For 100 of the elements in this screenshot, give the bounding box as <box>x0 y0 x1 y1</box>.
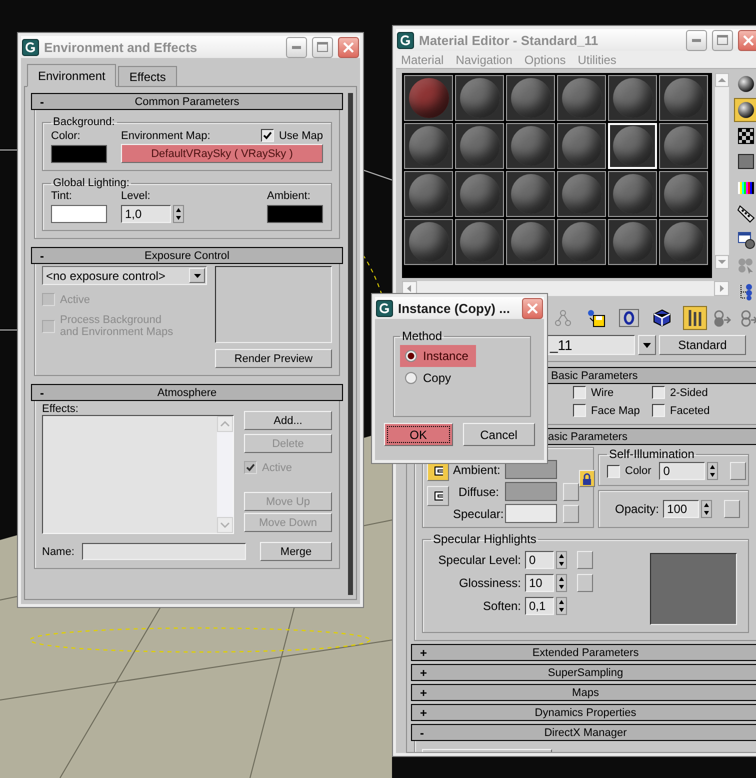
radio-button[interactable] <box>405 372 417 384</box>
map-button[interactable] <box>563 504 579 522</box>
tab[interactable]: Effects <box>118 66 177 87</box>
maximize-button[interactable] <box>312 36 333 58</box>
checkbox[interactable] <box>260 129 274 142</box>
rollout-header[interactable]: + SuperSampling <box>411 664 756 681</box>
field-label: Diffuse: <box>458 484 499 498</box>
rollout-header[interactable]: - DirectX Manager <box>411 724 756 741</box>
minimize-button[interactable] <box>686 30 707 50</box>
color-swatch[interactable] <box>267 205 323 223</box>
tool-button[interactable] <box>734 98 756 122</box>
close-button[interactable] <box>338 36 359 58</box>
map-button[interactable] <box>730 462 746 480</box>
rollout-header[interactable]: - Common Parameters <box>31 93 343 110</box>
checkbox[interactable] <box>573 404 586 417</box>
rollout-header[interactable]: + Dynamics Properties <box>411 704 756 721</box>
color-swatch[interactable] <box>505 482 557 501</box>
color-swatch[interactable] <box>505 504 557 523</box>
field-label: Environment Map: <box>121 130 210 142</box>
spinner-field[interactable]: 10 <box>525 574 554 592</box>
checkbox-label: Face Map <box>591 404 640 416</box>
spinner-arrows[interactable] <box>556 574 567 592</box>
effect-button[interactable]: Add... <box>244 411 332 430</box>
tab[interactable]: Environment <box>27 64 116 87</box>
rollout-header[interactable]: - Exposure Control <box>31 247 343 264</box>
bars-icon <box>686 308 704 328</box>
checkbox[interactable] <box>652 404 665 417</box>
checkbox[interactable] <box>573 386 586 399</box>
checkbox-label: Process Background and Environment Maps <box>60 314 174 338</box>
spinner-arrows[interactable] <box>556 597 567 615</box>
checkbox-label: Active <box>262 462 292 474</box>
spinner-field[interactable]: 0,1 <box>525 597 554 615</box>
name-field[interactable] <box>82 543 246 560</box>
color-bars-icon <box>738 182 754 194</box>
radio-label: Copy <box>423 371 452 385</box>
app-logo-icon <box>397 32 414 48</box>
link-button[interactable] <box>427 486 449 506</box>
sphere-icon <box>737 75 755 93</box>
dialog-button[interactable]: Cancel <box>462 423 535 446</box>
color-swatch[interactable] <box>51 205 107 223</box>
spinner-field[interactable]: 0 <box>659 462 706 480</box>
merge-button[interactable]: Merge <box>260 542 332 561</box>
spinner-arrows[interactable] <box>556 551 567 569</box>
spinner-field[interactable]: 100 <box>663 500 700 518</box>
close-button[interactable] <box>522 298 543 318</box>
map-button[interactable] <box>577 551 593 569</box>
maximize-button[interactable] <box>712 30 733 50</box>
checkbox[interactable] <box>607 464 620 478</box>
minimize-button[interactable] <box>286 36 307 58</box>
radio-button[interactable] <box>405 350 417 362</box>
exposure-dropdown[interactable]: <no exposure control> <box>42 266 207 285</box>
color-swatch[interactable] <box>51 145 107 163</box>
field-label: Level: <box>121 190 152 202</box>
spinner-arrows[interactable] <box>701 500 712 518</box>
spinner-field[interactable]: 0 <box>525 551 554 569</box>
ring-icon <box>619 309 639 327</box>
scrollbar[interactable] <box>348 93 353 595</box>
checkmark-icon <box>246 463 255 472</box>
dropdown-arrow-icon <box>643 342 651 348</box>
render-preview-button[interactable]: Render Preview <box>215 349 332 368</box>
cube-icon <box>652 308 672 328</box>
spinner-arrows[interactable] <box>173 205 184 223</box>
spinner-arrows[interactable] <box>707 462 718 480</box>
rollout-header[interactable]: + Maps <box>411 684 756 701</box>
checkmark-icon <box>262 131 272 140</box>
checkbox-label: 2-Sided <box>670 386 708 398</box>
spheres-arrow-icon <box>712 309 732 327</box>
disk-icon <box>586 309 606 327</box>
field-label: Glossiness: <box>458 576 521 590</box>
map-button[interactable] <box>563 482 579 500</box>
scrollbar[interactable] <box>217 416 233 533</box>
toolbar-button[interactable] <box>617 306 641 330</box>
scrollbar[interactable] <box>402 280 729 296</box>
dots-icon <box>739 283 753 301</box>
environment-map-button[interactable]: DefaultVRaySky ( VRaySky ) <box>121 144 323 163</box>
dialog-button[interactable]: OK <box>384 423 453 446</box>
maximize-icon <box>717 35 728 45</box>
field-label: Ambient: <box>267 190 312 202</box>
rollout-header[interactable]: + Extended Parameters <box>411 644 756 661</box>
radio-option[interactable]: Instance <box>400 345 476 367</box>
field-label: Specular Level: <box>437 553 521 567</box>
lock-button[interactable] <box>579 470 595 487</box>
checkbox[interactable] <box>652 386 665 399</box>
material-type-button[interactable]: Standard <box>659 335 746 355</box>
dropdown-button[interactable] <box>638 335 656 355</box>
scrollbar[interactable] <box>715 73 729 269</box>
map-button[interactable] <box>577 574 593 592</box>
map-button[interactable] <box>724 500 740 518</box>
bracket-icon <box>432 465 444 477</box>
field-label: Color: <box>51 130 82 142</box>
checkbox-label: Wire <box>591 386 614 398</box>
close-icon <box>743 34 754 46</box>
close-button[interactable] <box>738 30 756 50</box>
field-label: Name: <box>42 546 76 558</box>
spinner-field[interactable]: 1,0 <box>121 205 171 223</box>
group-label: Self-Illumination <box>608 447 696 461</box>
toolbar-button[interactable] <box>683 306 707 330</box>
rollout-header[interactable]: - Atmosphere <box>31 384 343 401</box>
radio-option[interactable]: Copy <box>400 367 460 389</box>
scroll-up-icon <box>715 73 729 87</box>
